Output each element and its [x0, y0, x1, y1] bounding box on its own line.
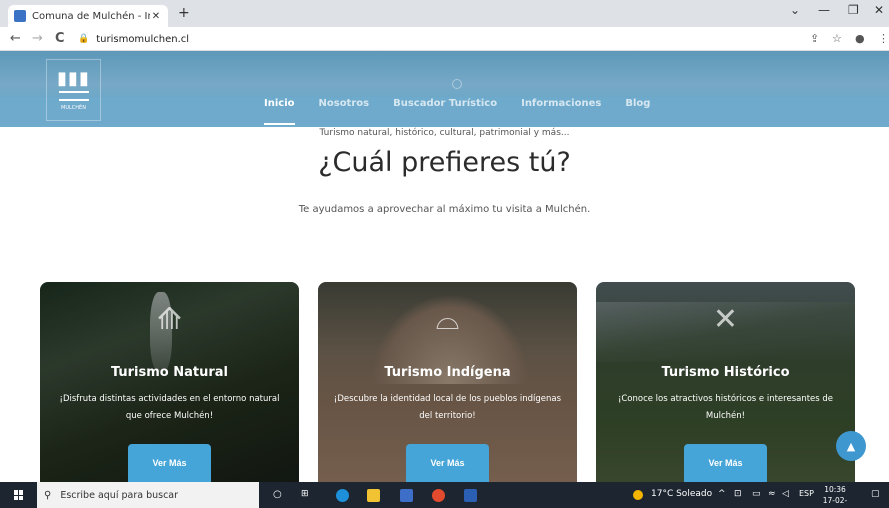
page-subtitle: Te ayudamos a aprovechar al máximo tu vi… — [298, 204, 591, 215]
card-description: ¡Disfruta distintas actividades en el en… — [59, 394, 280, 421]
site-favicon-icon — [14, 10, 26, 22]
tab-search-chevron-icon[interactable]: ⌄ — [790, 3, 800, 17]
nav-item-inicio[interactable]: Inicio — [264, 98, 295, 125]
nav-item-buscador-turistico[interactable]: Buscador Turístico — [393, 98, 497, 109]
ver-mas-button[interactable]: Ver Más — [684, 444, 767, 482]
window-minimize-button[interactable]: — — [818, 3, 830, 17]
decorative-ring-icon — [452, 79, 462, 89]
cortana-icon[interactable]: ○ — [273, 489, 282, 500]
logo-mark-icon: ▮▮▮ — [57, 67, 90, 89]
browser-tab[interactable]: Comuna de Mulchén - Inicio - Tu ✕ — [8, 5, 168, 27]
nav-item-informaciones[interactable]: Informaciones — [521, 98, 601, 109]
notifications-icon[interactable]: ▢ — [871, 489, 880, 499]
nav-item-blog[interactable]: Blog — [625, 98, 650, 109]
window-restore-button[interactable]: ❐ — [848, 3, 859, 17]
browser-menu-icon[interactable]: ⋮ — [878, 32, 889, 45]
reload-button[interactable]: C — [55, 31, 65, 46]
url-text: turismomulchen.cl — [96, 33, 190, 45]
wifi-icon[interactable]: ≈ — [768, 489, 776, 499]
language-indicator[interactable]: ESP — [799, 489, 814, 498]
card-title: Turismo Natural — [110, 365, 229, 380]
tab-title: Comuna de Mulchén - Inicio - Tu — [32, 10, 150, 22]
windows-taskbar: ⚲ Escribe aquí para buscar ○ ⊞ 17°C Sole… — [0, 482, 889, 508]
url-field[interactable]: 🔒 turismomulchen.cl — [78, 30, 798, 48]
battery-icon[interactable]: ▭ — [752, 489, 761, 499]
site-logo[interactable]: ▮▮▮ MULCHÉN — [46, 59, 101, 121]
logo-text: MULCHÉN — [61, 104, 86, 111]
clock-date: 17-02-2022 — [822, 496, 848, 508]
scroll-to-top-button[interactable]: ▲ — [836, 431, 866, 461]
volume-icon[interactable]: ◁ — [782, 489, 789, 499]
nav-item-nosotros[interactable]: Nosotros — [319, 98, 370, 109]
system-clock[interactable]: 10:36 17-02-2022 — [818, 484, 852, 508]
ver-mas-button[interactable]: Ver Más — [406, 444, 489, 482]
search-placeholder: Escribe aquí para buscar — [60, 489, 179, 501]
new-tab-button[interactable]: + — [178, 5, 190, 21]
edge-icon[interactable] — [336, 489, 349, 502]
browser-tab-bar: Comuna de Mulchén - Inicio - Tu ✕ + ⌄ — … — [0, 0, 889, 27]
tab-close-icon[interactable]: ✕ — [150, 11, 162, 22]
tagline: Turismo natural, histórico, cultural, pa… — [319, 128, 570, 138]
weather-text[interactable]: 17°C Soleado — [651, 489, 712, 499]
card-turismo-natural: ⟰ Turismo Natural ¡Disfruta distintas ac… — [40, 282, 299, 482]
tray-chevron-icon[interactable]: ^ — [718, 489, 726, 499]
back-button[interactable]: ← — [10, 31, 21, 46]
browser-address-bar: ← → C 🔒 turismomulchen.cl ⇪ ☆ ● ⋮ — [0, 27, 889, 51]
clock-time: 10:36 — [824, 485, 846, 494]
tree-icon: ⟰ — [156, 302, 183, 337]
search-icon: ⚲ — [44, 489, 52, 501]
taskbar-search-input[interactable]: ⚲ Escribe aquí para buscar — [37, 482, 259, 508]
pottery-icon: ⌓ — [435, 302, 460, 337]
chrome-icon[interactable] — [432, 489, 445, 502]
logo-waves-icon — [58, 90, 89, 101]
lock-icon: 🔒 — [78, 34, 90, 44]
word-icon[interactable] — [464, 489, 477, 502]
weather-sun-icon — [633, 490, 643, 500]
profile-avatar-icon[interactable]: ● — [855, 32, 865, 45]
tray-status-icon[interactable]: ⊡ — [734, 489, 742, 499]
bookmark-star-icon[interactable]: ☆ — [832, 32, 842, 45]
crossed-swords-icon: ✕ — [712, 302, 739, 337]
card-turismo-indigena: ⌓ Turismo Indígena ¡Descubre la identida… — [318, 282, 577, 482]
card-description: ¡Conoce los atractivos históricos e inte… — [617, 394, 834, 421]
site-header: ▮▮▮ MULCHÉN Inicio Nosotros Buscador Tur… — [0, 51, 889, 127]
ver-mas-button[interactable]: Ver Más — [128, 444, 211, 482]
window-close-button[interactable]: ✕ — [874, 3, 884, 17]
card-title: Turismo Indígena — [384, 365, 511, 380]
forward-button[interactable]: → — [32, 31, 43, 46]
main-nav: Inicio Nosotros Buscador Turístico Infor… — [264, 98, 674, 125]
screen: Comuna de Mulchén - Inicio - Tu ✕ + ⌄ — … — [0, 0, 889, 508]
page-title: ¿Cuál prefieres tú? — [318, 147, 571, 178]
task-view-icon[interactable]: ⊞ — [301, 489, 309, 499]
windows-start-icon[interactable] — [14, 490, 24, 500]
share-icon[interactable]: ⇪ — [810, 32, 819, 45]
card-turismo-historico: ✕ Turismo Histórico ¡Conoce los atractiv… — [596, 282, 855, 482]
store-icon[interactable] — [400, 489, 413, 502]
card-description: ¡Descubre la identidad local de los pueb… — [333, 394, 562, 421]
card-title: Turismo Histórico — [661, 365, 790, 380]
file-explorer-icon[interactable] — [367, 489, 380, 502]
